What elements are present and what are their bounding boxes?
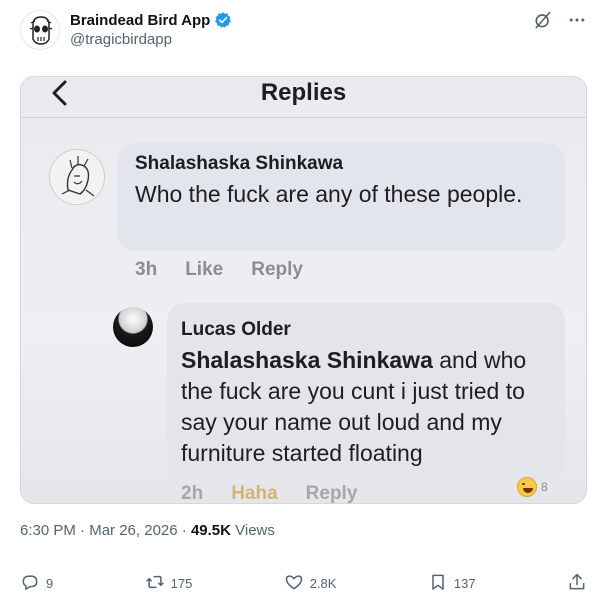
meta-separator-2: · [177,522,191,539]
tweet-date[interactable]: Mar 26, 2026 [89,522,177,539]
replies-title: Replies [260,79,347,106]
bookmark-button[interactable]: 137 [428,572,476,595]
reply-button[interactable]: 9 [20,572,53,595]
comment-like: Like [185,259,224,280]
reaction-count: 8 [541,480,548,494]
author-display-name[interactable]: Braindead Bird App [70,12,210,29]
heart-icon [284,572,304,595]
verified-badge-icon [214,11,232,29]
header-divider [21,117,586,118]
comment-text: Who the fuck are any of these people. [135,181,523,207]
commenter-avatar [49,149,105,205]
bookmark-count: 137 [453,575,476,591]
repost-count: 175 [170,575,193,591]
repost-icon [145,572,165,595]
reply-haha: Haha [231,483,278,504]
author-avatar[interactable] [20,10,60,50]
reply-actions: 2h Haha Reply [181,483,358,504]
tweet-action-bar: 9 175 2.8K 137 [20,568,587,598]
views-label: Views [230,522,275,539]
haha-emoji-icon [517,477,537,497]
author-handle[interactable]: @tragicbirdapp [70,31,172,48]
tweet-header: Braindead Bird App @tragicbirdapp [20,10,587,54]
comment-reply: Reply [251,259,303,280]
commenter-name: Shalashaska Shinkawa [135,153,344,174]
reply-text: Shalashaska Shinkawa and who the fuck ar… [181,345,559,469]
more-dots-icon[interactable] [567,10,587,30]
comment-time: 3h [135,259,158,280]
share-icon [567,572,587,595]
like-count: 2.8K [309,575,337,591]
reply-author-name: Lucas Older [181,319,291,340]
tweet-time[interactable]: 6:30 PM [20,522,76,539]
reply-reply: Reply [305,483,358,504]
bookmark-icon [428,572,448,595]
reaction-badge: 8 [517,477,548,497]
reply-mention: Shalashaska Shinkawa [181,347,433,373]
reply-avatar [113,307,153,347]
reply-time: 2h [181,483,204,504]
like-button[interactable]: 2.8K [284,572,337,595]
meta-separator: · [75,522,90,539]
views-count: 49.5K [190,522,231,539]
tweet-timestamp-row: 6:30 PM · Mar 26, 2026 · 49.5K Views [20,522,275,539]
comment-actions: 3h Like Reply [135,259,303,281]
grok-slash-icon[interactable] [533,10,553,30]
tweet-media-image[interactable]: Replies Shalashaska Shinkawa Who the fuc… [20,76,587,504]
reply-count: 9 [46,575,54,591]
reply-icon [20,572,40,595]
share-button[interactable] [567,572,587,595]
repost-button[interactable]: 175 [145,572,193,595]
